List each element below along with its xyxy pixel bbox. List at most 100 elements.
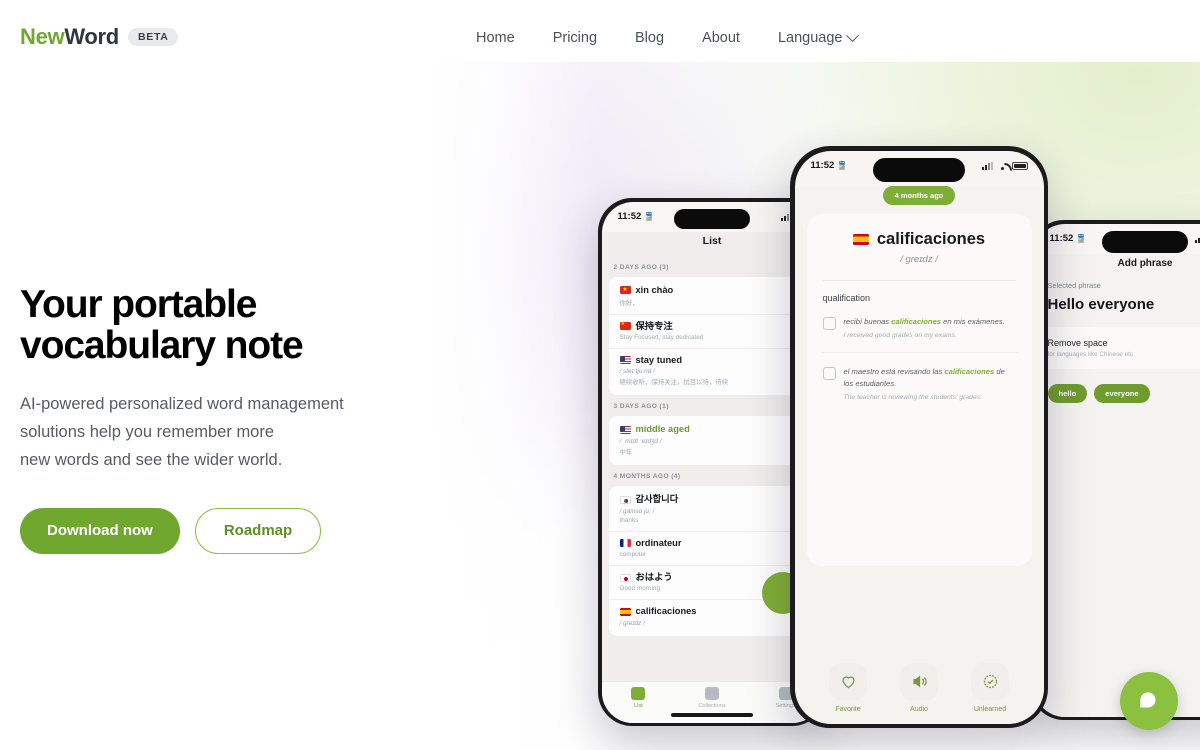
list-item-word-row: middle aged xyxy=(619,424,805,435)
example-source-before: recibí buenas xyxy=(843,316,892,326)
selected-phrase-label: Selected phrase xyxy=(1047,280,1101,290)
list-item-phonetic: / ˌmɪdl ˈeɪdʒd / xyxy=(619,438,662,446)
flag-japan-icon xyxy=(619,573,631,582)
list-item[interactable]: ordinateur computer xyxy=(608,532,816,566)
example-sentence: recibí buenas calificaciones en mis exám… xyxy=(820,303,1018,353)
divider xyxy=(822,279,1016,281)
phone-center-dynamic-island xyxy=(873,157,965,182)
tab-collections[interactable]: Collections xyxy=(675,686,749,709)
phone-right-status-icons xyxy=(1194,234,1200,243)
phone-mockup-word-detail: 11:52 🚆 4 months ago calificaciones / gr… xyxy=(790,146,1048,728)
chat-bubble-icon xyxy=(1140,692,1156,710)
nav-item-blog[interactable]: Blog xyxy=(616,28,683,48)
list-item[interactable]: middle aged / ˌmɪdl ˈeɪdʒd / 中年 xyxy=(609,418,816,463)
site-header: NewWord BETA Home Pricing Blog About Lan… xyxy=(0,0,1200,76)
tab-collections-label: Collections xyxy=(698,702,726,709)
example-source-highlight: calificaciones xyxy=(944,366,995,376)
phone-center-body: 4 months ago calificaciones / greɪdz / q… xyxy=(794,185,1044,724)
example-sentence: el maestro está revisando las calificaci… xyxy=(821,353,1018,414)
phone-right-body: Add phrase Selected phrase Hello everyon… xyxy=(1033,253,1200,717)
wifi-icon xyxy=(997,162,1008,170)
tab-list-label: List xyxy=(633,702,643,709)
list-item-meaning: 继续收听，保持关注，拭目以待，待续 xyxy=(619,379,729,387)
list-item-word-row: 保持专注 xyxy=(619,321,805,332)
list-item[interactable]: 감사합니다 / ɡamsɑ ju: / thanks xyxy=(608,488,816,532)
list-item-phonetic: / ɡreɪdz / xyxy=(619,619,645,627)
phone-right-time-text: 11:52 xyxy=(1049,233,1074,244)
roadmap-button[interactable]: Roadmap xyxy=(194,507,322,554)
remove-space-subtitle: for languages like Chinese etc xyxy=(1047,350,1134,358)
example-source: el maestro está revisando las calificaci… xyxy=(844,366,1016,390)
nav-item-pricing[interactable]: Pricing xyxy=(534,28,616,48)
nav-item-about[interactable]: About xyxy=(683,28,759,48)
add-phrase-title: Add phrase xyxy=(1117,257,1173,269)
list-item-meaning: 你好， xyxy=(619,299,639,307)
action-audio[interactable]: Audio xyxy=(892,662,946,713)
badge-check-icon xyxy=(971,662,1009,701)
train-icon: 🚆 xyxy=(644,212,655,221)
flag-korea-icon xyxy=(619,495,631,504)
example-source-before: el maestro está revisando las xyxy=(843,366,945,376)
phrase-chip-hello[interactable]: hello xyxy=(1047,383,1088,403)
selected-phrase-value: Hello everyone xyxy=(1047,295,1155,313)
phone-left-time: 11:52 🚆 xyxy=(618,211,655,222)
flag-france-icon xyxy=(619,539,631,548)
logo-text-word: Word xyxy=(64,24,119,49)
list-item-word: 감사합니다 xyxy=(635,494,679,505)
list-item-word: middle aged xyxy=(635,424,690,435)
list-item-meaning: 中年 xyxy=(619,449,633,457)
train-icon: 🚆 xyxy=(1076,234,1087,243)
nav-item-language[interactable]: Language xyxy=(759,28,877,48)
tab-list[interactable]: List xyxy=(602,686,676,709)
phone-mockups: 11:52 🚆 Add phrase Selected phrase Hello … xyxy=(430,60,1200,750)
signal-icon xyxy=(981,161,993,170)
word-meaning: qualification xyxy=(822,292,871,303)
phone-left-dynamic-island xyxy=(674,208,750,229)
logo-text-new: New xyxy=(20,24,65,49)
word-age-badge: 4 months ago xyxy=(882,185,956,205)
list-item[interactable]: 保持专注 Stay Focused, stay dedicated xyxy=(608,315,816,349)
list-item-meaning: Stay Focused, stay dedicated xyxy=(619,333,704,341)
action-unlearned-label: Unlearned xyxy=(973,705,1007,713)
phone-right-time: 11:52 🚆 xyxy=(1050,233,1087,244)
list-item[interactable]: xin chào 你好， xyxy=(608,279,816,315)
list-card: middle aged / ˌmɪdl ˈeɪdʒd / 中年 xyxy=(608,416,816,466)
list-item-meaning: computer xyxy=(619,550,647,558)
hero-buttons: Download now Roadmap xyxy=(20,507,440,554)
book-icon xyxy=(822,366,836,380)
flag-usa-icon xyxy=(619,356,631,365)
flag-spain-icon xyxy=(852,233,869,245)
remove-space-row[interactable]: Remove space for languages like Chinese … xyxy=(1033,326,1200,369)
logo-wordmark: NewWord xyxy=(20,26,119,48)
phone-mockup-add-phrase: 11:52 🚆 Add phrase Selected phrase Hello … xyxy=(1030,220,1200,720)
phone-center-time: 11:52 🚆 xyxy=(811,160,848,171)
chat-widget-button[interactable] xyxy=(1120,672,1178,730)
site-logo[interactable]: NewWord BETA xyxy=(20,26,178,48)
list-icon xyxy=(631,686,646,700)
phone-center-statusbar: 11:52 🚆 xyxy=(795,151,1044,182)
download-now-button[interactable]: Download now xyxy=(20,507,180,554)
list-item-word-row: 감사합니다 xyxy=(619,494,805,505)
phrase-chip-everyone[interactable]: everyone xyxy=(1094,383,1150,403)
action-favorite[interactable]: Favorite xyxy=(821,662,875,713)
example-translation: I received good grades on my exams. xyxy=(843,331,957,339)
main-navigation: Home Pricing Blog About Language xyxy=(476,28,876,48)
nav-item-language-label: Language xyxy=(777,30,843,46)
list-item[interactable]: stay tuned / steɪ tjuːnd / 继续收听，保持关注，拭目以… xyxy=(609,349,816,394)
signal-icon xyxy=(1194,234,1200,243)
list-item-meaning: thanks xyxy=(619,516,639,524)
list-card: xin chào 你好， 保持专注 Stay Focused, stay ded… xyxy=(608,276,816,396)
nav-item-home[interactable]: Home xyxy=(476,28,534,48)
train-icon: 🚆 xyxy=(837,161,848,170)
phone-center-time-text: 11:52 xyxy=(810,160,835,171)
flag-usa-icon xyxy=(619,426,631,435)
remove-space-texts: Remove space for languages like Chinese … xyxy=(1048,338,1134,358)
word-detail-card: calificaciones / greɪdz / qualification … xyxy=(806,213,1032,566)
action-audio-label: Audio xyxy=(910,705,928,713)
phrase-chips: hello everyone xyxy=(1034,370,1200,403)
word-title-row: calificaciones xyxy=(821,230,1018,249)
phone-center-status-icons xyxy=(981,161,1028,170)
action-unlearned[interactable]: Unlearned xyxy=(963,662,1017,713)
home-indicator xyxy=(671,713,753,717)
list-item-word: おはよう xyxy=(635,571,673,582)
